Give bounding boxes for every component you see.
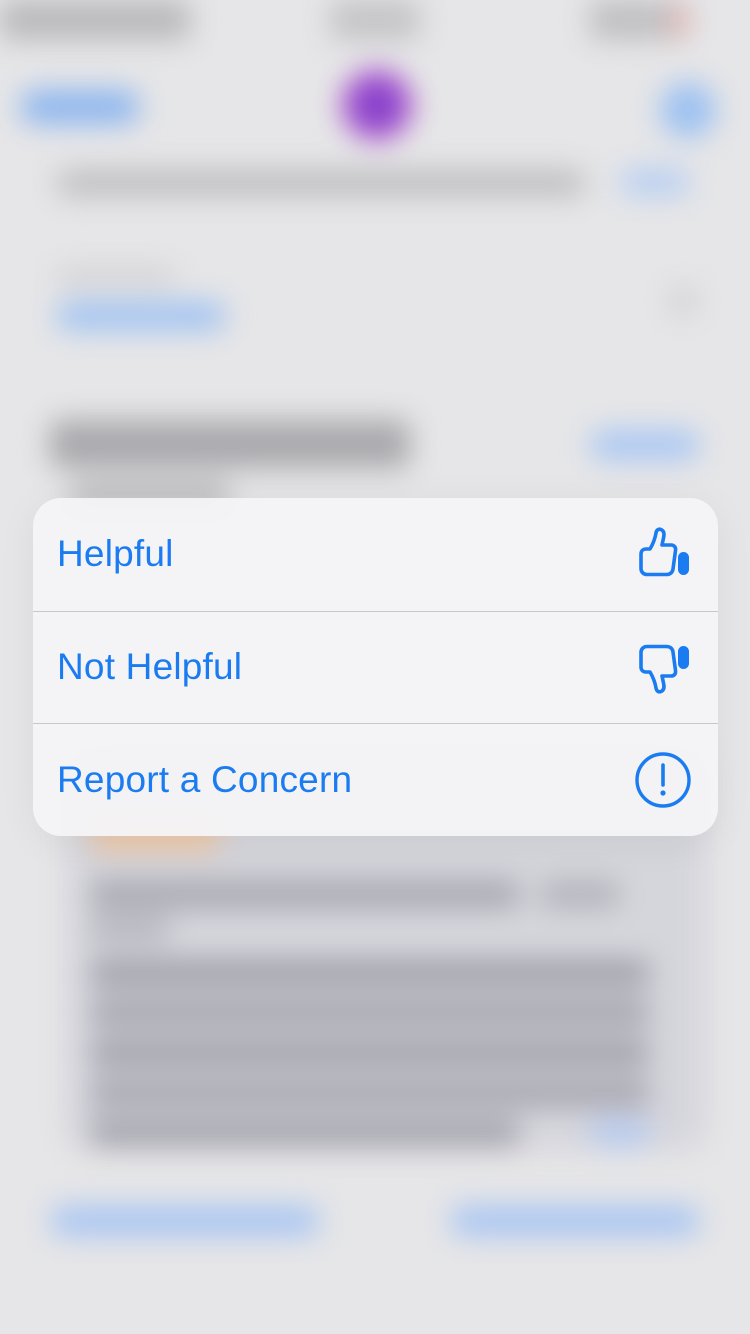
blurred-caption	[56, 270, 176, 284]
menu-item-label: Report a Concern	[57, 758, 353, 800]
blurred-review-line	[90, 1120, 520, 1146]
blurred-section-title	[50, 420, 410, 468]
thumbs-down-icon	[632, 636, 694, 698]
blurred-review-line	[90, 1080, 650, 1106]
blurred-more-link	[590, 1120, 650, 1146]
exclamation-circle-icon	[632, 749, 694, 811]
blurred-app-icon	[342, 70, 412, 140]
menu-item-not-helpful[interactable]: Not Helpful	[33, 610, 718, 724]
blurred-download-button	[660, 82, 716, 138]
blurred-review-line	[90, 1040, 650, 1066]
blurred-chevron-icon	[670, 288, 696, 314]
blurred-app-support-button	[450, 1206, 700, 1236]
menu-item-label: Helpful	[57, 533, 174, 575]
menu-item-label: Not Helpful	[57, 646, 243, 688]
blurred-link	[56, 302, 226, 330]
menu-item-helpful[interactable]: Helpful	[33, 498, 718, 611]
blurred-link	[620, 168, 690, 196]
review-context-menu: Helpful Not Helpful Report a Concern	[33, 498, 718, 836]
blurred-review-line	[90, 880, 520, 908]
blurred-write-review-button	[50, 1206, 320, 1236]
thumbs-up-icon	[632, 523, 694, 585]
blurred-status-bar-center	[330, 0, 420, 40]
menu-item-report-concern[interactable]: Report a Concern	[33, 723, 718, 836]
blurred-review-line	[90, 916, 170, 942]
blurred-status-bar-left	[0, 0, 190, 40]
blurred-review-line	[90, 960, 650, 986]
blurred-review-line	[90, 1000, 650, 1026]
blurred-text-line	[56, 170, 586, 196]
blurred-see-all-link	[590, 430, 700, 460]
blurred-battery-indicator	[670, 4, 688, 38]
blurred-back-button	[20, 90, 140, 124]
blurred-review-line	[540, 880, 620, 908]
